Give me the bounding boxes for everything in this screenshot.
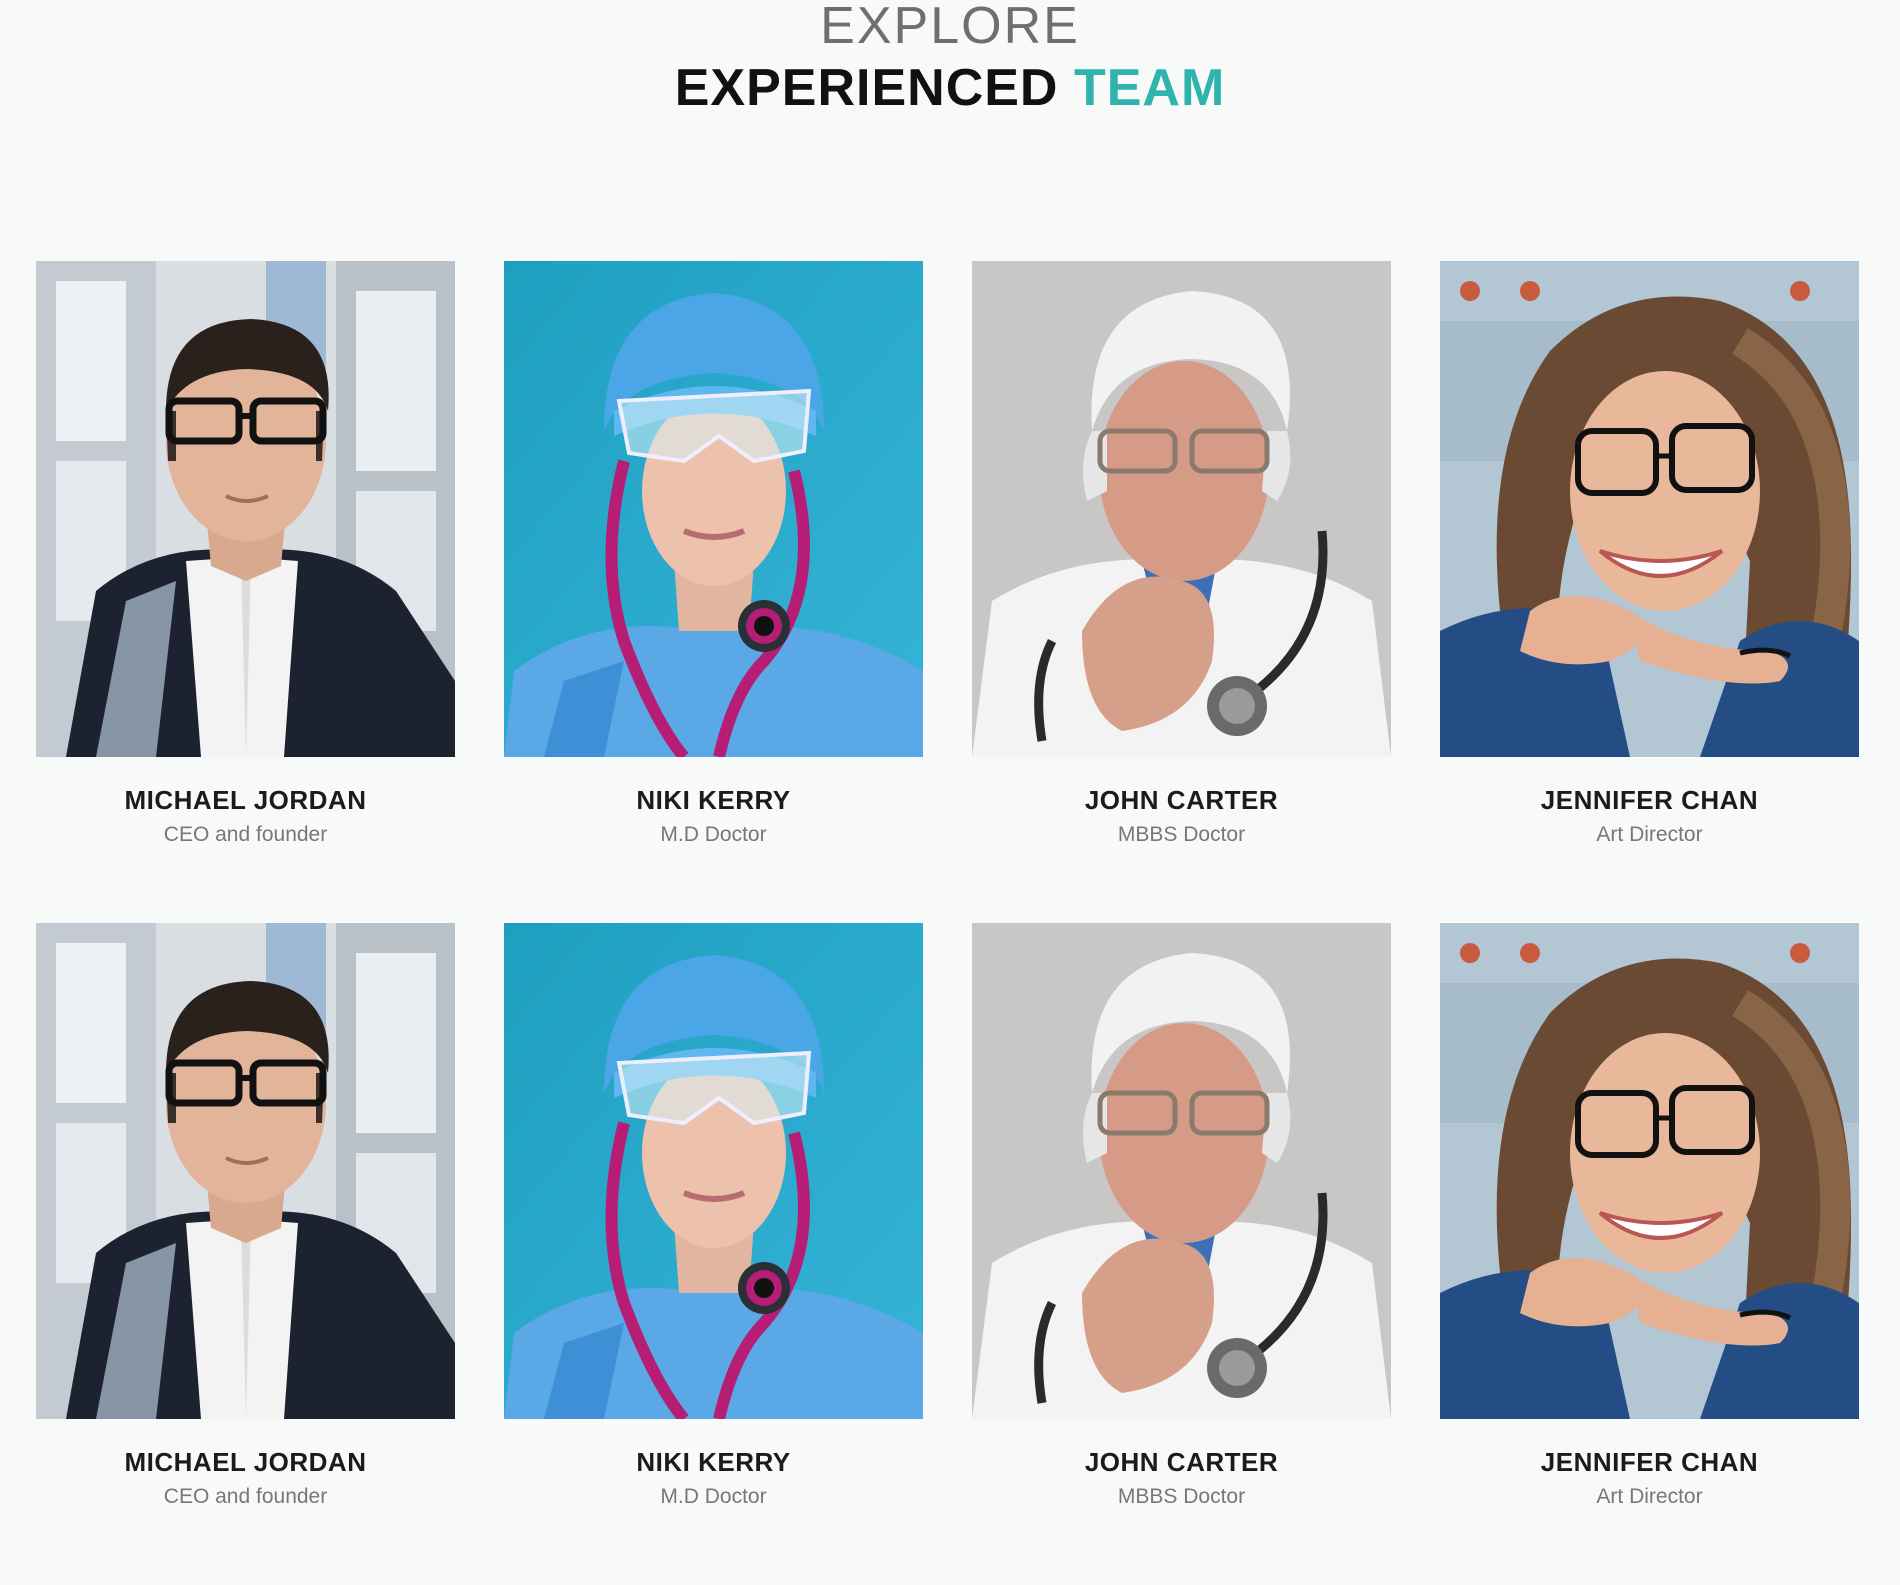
section-title-accent: TEAM xyxy=(1073,59,1226,117)
member-role: M.D Doctor xyxy=(660,1485,767,1508)
member-role: Art Director xyxy=(1596,1485,1703,1508)
team-card[interactable]: NIKI KERRY M.D Doctor xyxy=(504,261,923,923)
team-card[interactable]: NIKI KERRY M.D Doctor xyxy=(504,923,923,1585)
surgeon-with-stethoscope-photo xyxy=(504,261,923,757)
member-name: JENNIFER CHAN xyxy=(1540,785,1759,815)
team-card[interactable]: JOHN CARTER MBBS Doctor xyxy=(972,261,1391,923)
member-role: CEO and founder xyxy=(163,1485,328,1508)
smiling-woman-photo xyxy=(1440,923,1859,1419)
team-card[interactable]: JOHN CARTER MBBS Doctor xyxy=(972,923,1391,1585)
member-name: NIKI KERRY xyxy=(636,785,791,815)
smiling-woman-photo xyxy=(1440,261,1859,757)
team-grid: MICHAEL JORDAN CEO and founder NIKI KERR… xyxy=(36,261,1860,1585)
section-eyebrow: EXPLORE xyxy=(820,0,1080,55)
member-name: JENNIFER CHAN xyxy=(1540,1447,1759,1477)
man-in-suit-photo xyxy=(36,261,455,757)
member-name: MICHAEL JORDAN xyxy=(124,1447,367,1477)
team-card[interactable]: JENNIFER CHAN Art Director xyxy=(1440,923,1859,1585)
member-role: Art Director xyxy=(1596,823,1703,846)
member-role: MBBS Doctor xyxy=(1117,1485,1246,1508)
surgeon-with-stethoscope-photo xyxy=(504,923,923,1419)
section-title-main: EXPERIENCED xyxy=(674,59,1074,117)
section-title: EXPERIENCED TEAM xyxy=(0,56,1900,120)
member-name: NIKI KERRY xyxy=(636,1447,791,1477)
team-card[interactable]: MICHAEL JORDAN CEO and founder xyxy=(36,261,455,923)
member-role: M.D Doctor xyxy=(660,823,767,846)
member-name: MICHAEL JORDAN xyxy=(124,785,367,815)
man-in-suit-photo xyxy=(36,923,455,1419)
member-role: MBBS Doctor xyxy=(1117,823,1246,846)
team-card[interactable]: MICHAEL JORDAN CEO and founder xyxy=(36,923,455,1585)
member-role: CEO and founder xyxy=(163,823,328,846)
team-card[interactable]: JENNIFER CHAN Art Director xyxy=(1440,261,1859,923)
member-name: JOHN CARTER xyxy=(1084,1447,1279,1477)
member-name: JOHN CARTER xyxy=(1084,785,1279,815)
senior-doctor-photo xyxy=(972,261,1391,757)
senior-doctor-photo xyxy=(972,923,1391,1419)
